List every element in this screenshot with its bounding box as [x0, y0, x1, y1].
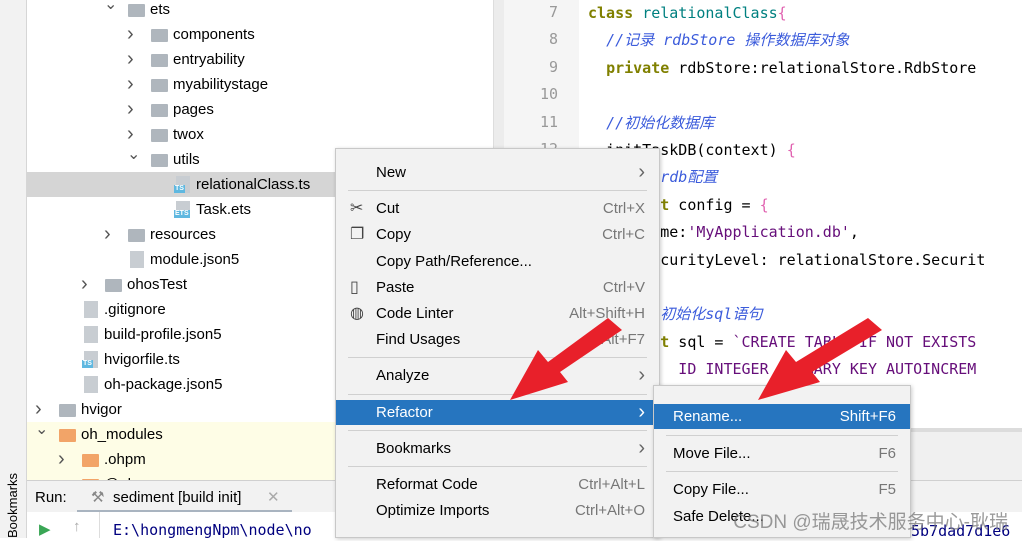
annotation-arrows [510, 318, 882, 400]
watermark: CSDN @瑞晟技术服务中心-耿瑞 [733, 512, 1008, 533]
red-arrow-left [510, 318, 622, 400]
red-arrow-right [758, 318, 882, 400]
